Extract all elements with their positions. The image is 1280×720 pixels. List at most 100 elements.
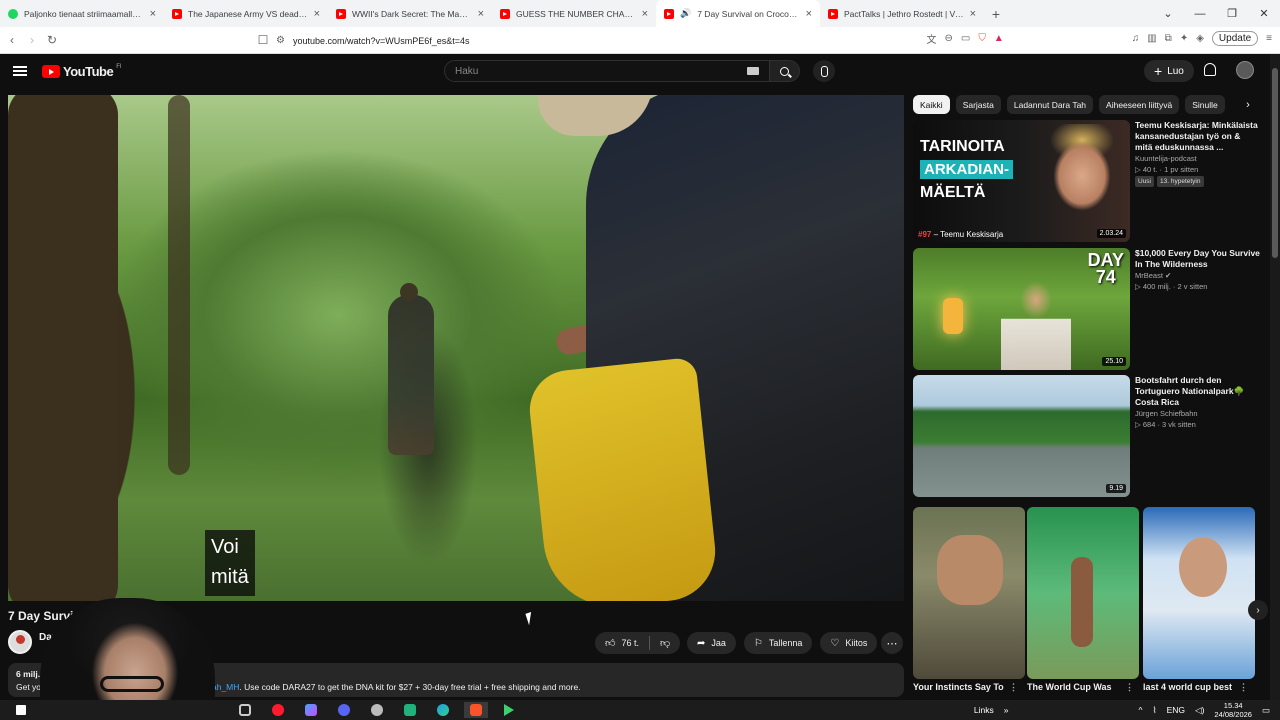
more-vert-icon[interactable]: ⋮ (1009, 682, 1018, 693)
browser-tab-active[interactable]: 🔊 7 Day Survival on Crocodile Is × (656, 0, 820, 27)
leo-icon[interactable]: ✦ (1180, 33, 1188, 44)
address-bar[interactable]: ⚙ youtube.com/watch?v=WUsmPE6f_es&t=4s (276, 31, 1016, 50)
voice-search-button[interactable] (813, 60, 835, 82)
chevron-up-icon[interactable]: ^ (1138, 705, 1142, 715)
short-thumbnail[interactable] (913, 507, 1025, 679)
more-vert-icon[interactable]: ⋮ (1239, 682, 1248, 693)
update-button[interactable]: Update (1211, 31, 1259, 46)
chevron-right-icon[interactable]: › (1238, 99, 1258, 111)
search-box[interactable] (444, 60, 770, 82)
reload-button[interactable]: ↻ (42, 33, 62, 47)
dislike-button[interactable]: 👎︎ (650, 632, 680, 654)
recommendation-title[interactable]: $10,000 Every Day You Survive In The Wil… (1135, 248, 1260, 270)
browser-tab[interactable]: GUESS THE NUMBER CHALLENGE! - Y × (492, 0, 656, 27)
short-title[interactable]: last 4 world cup best (1143, 682, 1232, 692)
copilot-icon[interactable] (299, 702, 323, 718)
new-tab-button[interactable]: + (984, 6, 1008, 22)
close-icon[interactable]: × (970, 8, 976, 20)
recommendation-item[interactable]: DAY 74 25.10 $10,000 Every Day You Surviv… (913, 248, 1263, 370)
promo-link[interactable]: ah_MH (212, 682, 239, 692)
recommendation-title[interactable]: Bootsfahrt durch den Tortuguero National… (1135, 375, 1260, 408)
extensions-icon[interactable]: ⧉ (1165, 33, 1172, 44)
short-thumbnail[interactable] (1143, 507, 1255, 679)
channel-avatar[interactable] (8, 630, 32, 654)
cast-icon[interactable]: ▭ (961, 33, 970, 44)
language-indicator[interactable]: ENG (1167, 705, 1185, 715)
recommendation-item[interactable]: TARINOITA ARKADIAN- MÄELTÄ #97 – Teemu K… (913, 120, 1263, 242)
browser-tab[interactable]: PactTalks | Jethro Rostedt | Viaraan × (820, 0, 984, 27)
close-icon[interactable]: × (478, 8, 484, 20)
edge-icon[interactable] (431, 702, 455, 718)
short-title[interactable]: The World Cup Was (1027, 682, 1112, 692)
share-button[interactable]: ➦ Jaa (687, 632, 736, 654)
account-avatar[interactable] (1236, 61, 1254, 79)
speaker-icon[interactable]: 🔊 (680, 8, 691, 19)
back-button[interactable]: ‹ (2, 33, 22, 47)
chevron-icon[interactable]: » (1004, 705, 1009, 715)
browser-tab[interactable]: The Japanese Army VS deadly Crocod × (164, 0, 328, 27)
bookmark-icon[interactable]: ☐ (253, 33, 273, 47)
keyboard-icon[interactable] (747, 67, 759, 75)
network-icon[interactable]: ⌇ (1152, 705, 1156, 716)
chip-uploader[interactable]: Ladannut Dara Tah (1006, 95, 1094, 114)
minimize-button[interactable]: — (1184, 8, 1216, 20)
close-icon[interactable]: × (642, 8, 648, 20)
video-thumbnail[interactable]: DAY 74 25.10 (913, 248, 1130, 370)
like-button[interactable]: 👍︎ 76 t. (595, 632, 649, 654)
more-vert-icon[interactable]: ⋮ (1125, 682, 1134, 693)
save-button[interactable]: ⚐ Tallenna (743, 632, 813, 654)
youtube-logo[interactable]: YouTube FI (42, 64, 122, 79)
more-actions-button[interactable]: ⋯ (881, 632, 903, 654)
wallet-icon[interactable]: ◈ (1196, 33, 1204, 44)
forward-button[interactable]: › (22, 33, 42, 47)
opera-icon[interactable] (266, 702, 290, 718)
recommendation-channel[interactable]: Jürgen Schiefbahn (1135, 408, 1260, 419)
create-button[interactable]: + Luo (1144, 60, 1194, 82)
short-title[interactable]: Your Instincts Say To (913, 682, 1004, 692)
media-icon[interactable]: ♫ (1132, 33, 1140, 44)
video-thumbnail[interactable]: 9.19 (913, 375, 1130, 497)
volume-icon[interactable]: ◁) (1195, 705, 1204, 716)
windows-start-icon[interactable] (9, 702, 33, 718)
discord-icon[interactable] (332, 702, 356, 718)
app-icon[interactable] (365, 702, 389, 718)
media-player-icon[interactable] (497, 702, 521, 718)
recommendation-channel[interactable]: MrBeast ✔ (1135, 270, 1260, 281)
app-icon[interactable] (398, 702, 422, 718)
recommendation-item[interactable]: 9.19 Bootsfahrt durch den Tortuguero Nat… (913, 375, 1263, 497)
recommendation-title[interactable]: Teemu Keskisarja: Minkälaista kansanedus… (1135, 120, 1260, 153)
close-window-button[interactable]: ✕ (1248, 7, 1280, 20)
brave-shield-icon[interactable]: ⛉ (978, 33, 986, 44)
chip-series[interactable]: Sarjasta (955, 95, 1001, 114)
rewards-icon[interactable]: ▲ (994, 33, 1004, 44)
close-icon[interactable]: × (806, 8, 812, 20)
chevron-right-icon[interactable]: › (1248, 600, 1268, 620)
search-button[interactable] (770, 60, 800, 82)
search-input[interactable] (455, 65, 747, 77)
close-icon[interactable]: × (314, 8, 320, 20)
video-player[interactable]: Voi mitä (8, 95, 904, 601)
chip-for-you[interactable]: Sinulle (1185, 95, 1225, 114)
notification-icon[interactable]: ▭ (1262, 705, 1270, 716)
chip-all[interactable]: Kaikki (913, 95, 950, 114)
recommendation-channel[interactable]: Kuuntelija-podcast (1135, 153, 1260, 164)
menu-icon[interactable]: ≡ (1266, 33, 1272, 44)
chip-related[interactable]: Aiheeseen liittyvä (1099, 95, 1180, 114)
browser-tab[interactable]: WWII's Dark Secret: The Massacre of × (328, 0, 492, 27)
zoom-icon[interactable]: ⊖ (944, 33, 952, 44)
restore-button[interactable]: ❐ (1216, 7, 1248, 20)
notifications-bell-icon[interactable] (1204, 63, 1216, 76)
menu-icon[interactable] (13, 66, 27, 76)
page-scrollbar[interactable] (1270, 54, 1280, 700)
close-icon[interactable]: × (150, 8, 156, 20)
video-thumbnail[interactable]: TARINOITA ARKADIAN- MÄELTÄ #97 – Teemu K… (913, 120, 1130, 242)
short-thumbnail[interactable] (1027, 507, 1139, 679)
translate-icon[interactable]: 文 (926, 31, 936, 46)
thanks-button[interactable]: ♡ Kiitos (820, 632, 878, 654)
sidebar-icon[interactable]: ▥ (1147, 33, 1156, 44)
browser-tab[interactable]: Paljonko tienaat striimaamalla? - Lat × (0, 0, 164, 27)
clock[interactable]: 15.34 24/08/2026 (1214, 701, 1252, 719)
links-toolbar[interactable]: Links (974, 705, 994, 715)
task-view-icon[interactable] (233, 702, 257, 718)
scrollbar-thumb[interactable] (1272, 68, 1278, 258)
